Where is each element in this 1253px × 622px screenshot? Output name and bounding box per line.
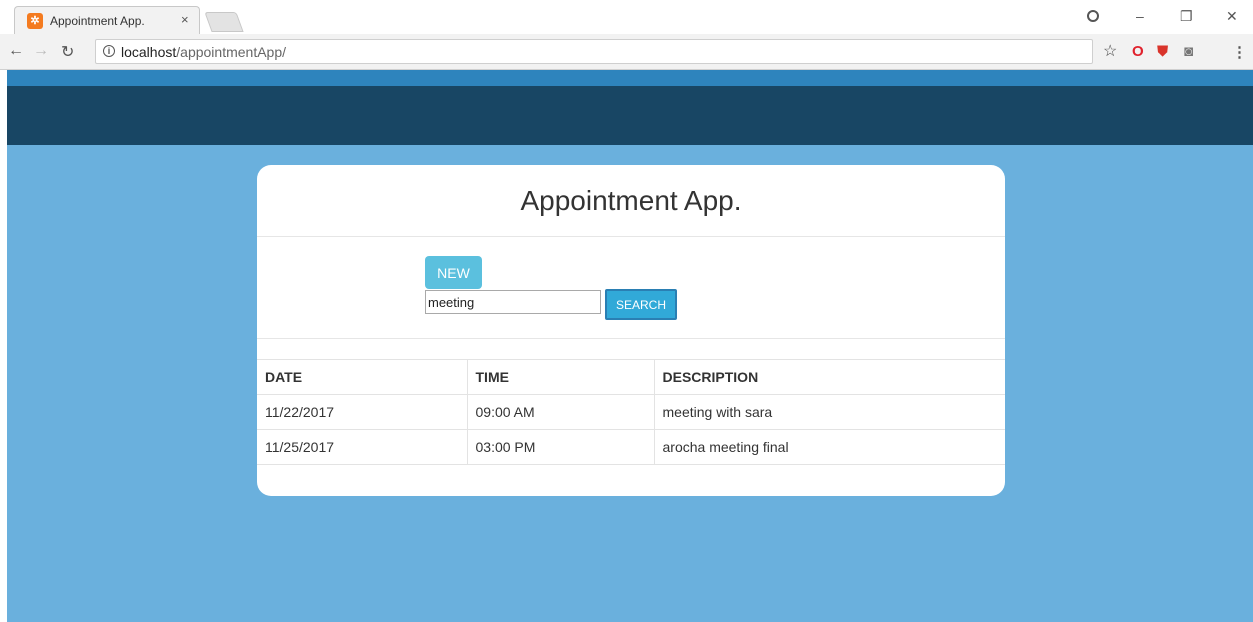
forward-icon[interactable]: → (33, 42, 49, 60)
appointments-table: DATE TIME DESCRIPTION 11/22/2017 09:00 A… (257, 359, 1005, 465)
browser-toolbar: ← → ↻ i localhost/appointmentApp/ ☆ O ⛊ … (0, 34, 1253, 70)
shield-icon[interactable]: ⛊ (1157, 43, 1168, 60)
column-header-date: DATE (257, 359, 468, 395)
cell-date: 11/25/2017 (257, 429, 468, 465)
header-top-band (7, 70, 1253, 86)
search-input[interactable] (425, 290, 601, 314)
page-background: Appointment App. NEW SEARCH DATE TIME DE… (7, 70, 1253, 622)
header-navbar (7, 86, 1253, 145)
cell-description: meeting with sara (654, 394, 1005, 430)
cell-time: 09:00 AM (467, 394, 655, 430)
minimize-icon[interactable]: – (1136, 8, 1144, 24)
cell-time: 03:00 PM (467, 429, 655, 465)
tab-title: Appointment App. (50, 14, 145, 28)
profile-icon[interactable] (1087, 10, 1099, 22)
xampp-icon: ✲ (27, 13, 43, 29)
browser-tab-bar: ✲ Appointment App. × – ❐ ✕ (0, 0, 1253, 34)
search-button[interactable]: SEARCH (605, 289, 677, 320)
reload-icon[interactable]: ↻ (61, 42, 74, 62)
close-window-icon[interactable]: ✕ (1226, 8, 1238, 25)
restore-icon[interactable]: ❐ (1180, 8, 1193, 25)
kebab-menu-icon[interactable]: ⋮ (1232, 43, 1247, 61)
cell-description: arocha meeting final (654, 429, 1005, 465)
url-text: localhost/appointmentApp/ (121, 44, 287, 60)
info-icon[interactable]: i (103, 45, 115, 57)
extension-icon[interactable]: ◙ (1184, 43, 1193, 60)
address-bar[interactable]: i localhost/appointmentApp/ (95, 39, 1093, 64)
table-header-row: DATE TIME DESCRIPTION (257, 359, 1005, 395)
column-header-time: TIME (467, 359, 655, 395)
appointment-card: Appointment App. NEW SEARCH DATE TIME DE… (257, 165, 1005, 496)
table-row: 11/22/2017 09:00 AM meeting with sara (257, 394, 1005, 430)
tab-close-icon[interactable]: × (181, 12, 189, 27)
divider (257, 236, 1005, 237)
page-title: Appointment App. (520, 185, 742, 216)
browser-tab[interactable]: ✲ Appointment App. × (14, 6, 200, 34)
divider (257, 338, 1005, 339)
column-header-description: DESCRIPTION (654, 359, 1005, 395)
opera-icon[interactable]: O (1132, 43, 1144, 60)
new-tab-button[interactable] (204, 12, 244, 32)
cell-date: 11/22/2017 (257, 394, 468, 430)
back-icon[interactable]: ← (8, 42, 24, 60)
table-row: 11/25/2017 03:00 PM arocha meeting final (257, 429, 1005, 465)
star-icon[interactable]: ☆ (1103, 41, 1117, 61)
new-button[interactable]: NEW (425, 256, 482, 289)
